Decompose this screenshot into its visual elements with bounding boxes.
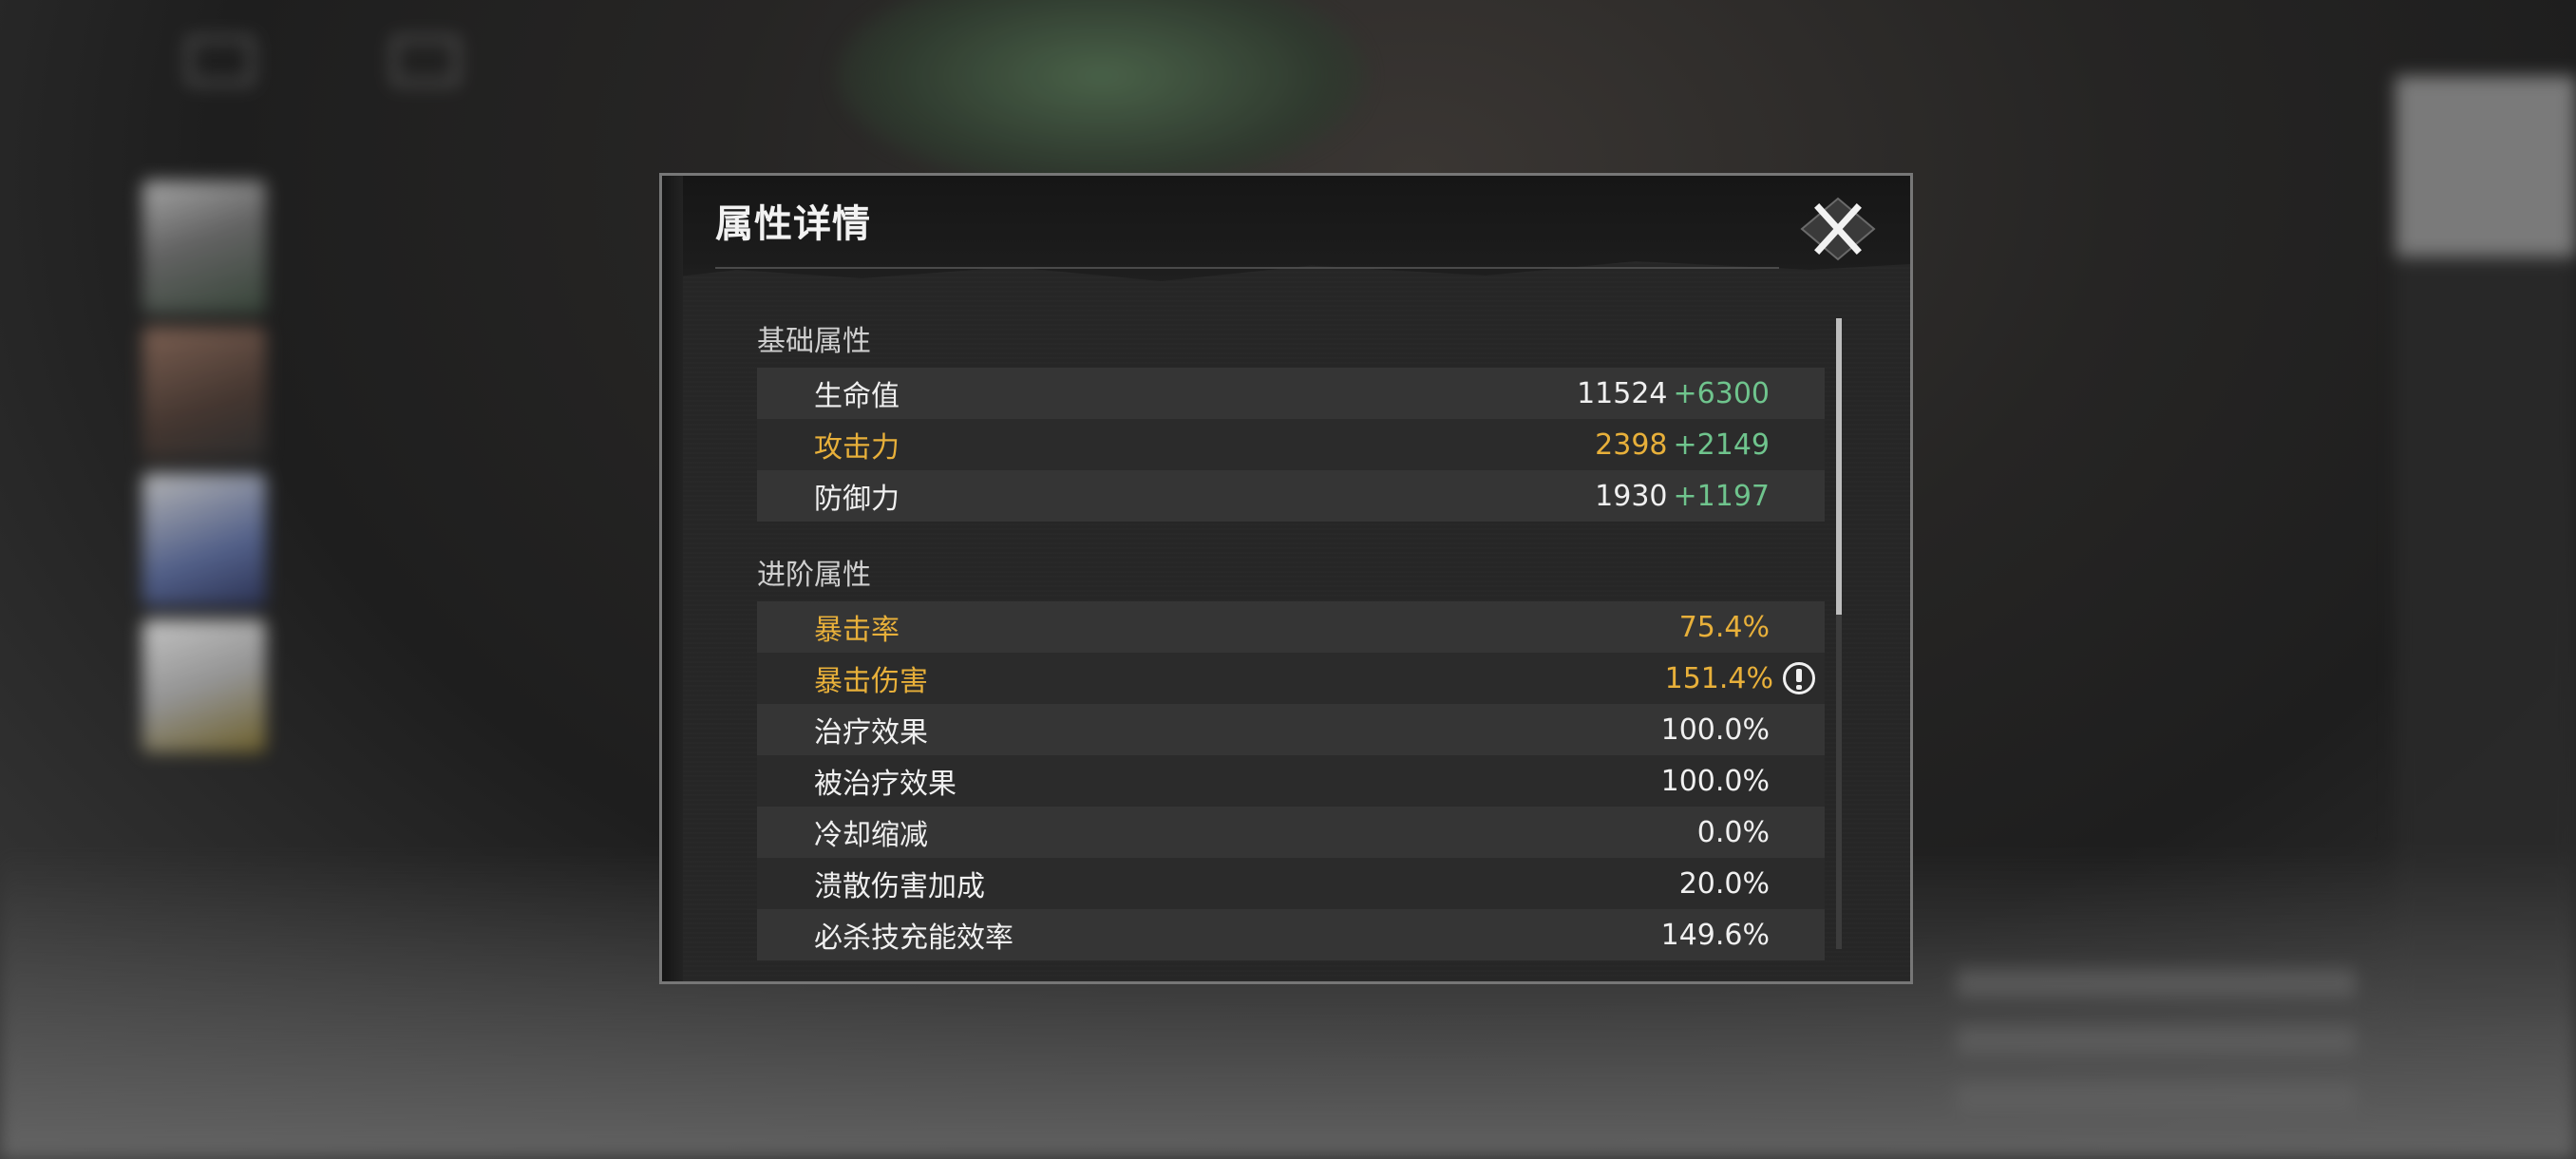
background-character-list bbox=[142, 180, 275, 766]
dialog-title: 属性详情 bbox=[715, 201, 871, 246]
stat-base-value: 2398 bbox=[1595, 428, 1668, 462]
dialog-left-edge bbox=[662, 176, 683, 981]
stat-base-value: 0.0% bbox=[1696, 815, 1770, 849]
background-portrait bbox=[142, 327, 266, 460]
basic-attribute-list: 生命值 11524 +6300 攻击力 2398 +2149 防御力 1930 +1197 bbox=[757, 368, 1825, 522]
stat-base-value: 11524 bbox=[1577, 376, 1668, 410]
stat-bonus-value: +1197 bbox=[1673, 479, 1770, 513]
stat-row: 暴击率 75.4% bbox=[757, 601, 1825, 653]
background-character-art bbox=[836, 0, 1368, 190]
stat-row: 治疗效果 100.0% bbox=[757, 704, 1825, 755]
background-portrait bbox=[142, 180, 266, 314]
stat-values: 151.4% bbox=[1664, 661, 1815, 695]
stat-name: 冷却缩减 bbox=[814, 819, 928, 852]
attribute-list-scroll-area[interactable]: 基础属性 生命值 11524 +6300 攻击力 2398 +2149 防御力 1930 +11… bbox=[757, 316, 1825, 976]
section-title-basic: 基础属性 bbox=[757, 325, 871, 358]
stat-values: 2398 +2149 bbox=[1595, 428, 1770, 462]
stat-name: 被治疗效果 bbox=[814, 768, 957, 801]
title-divider bbox=[715, 267, 1779, 269]
section-title-advanced: 进阶属性 bbox=[757, 559, 871, 592]
stat-base-value: 20.0% bbox=[1678, 866, 1770, 901]
stat-name: 生命值 bbox=[814, 380, 900, 413]
stat-row: 生命值 11524 +6300 bbox=[757, 368, 1825, 419]
stat-values: 0.0% bbox=[1697, 816, 1770, 849]
background-portrait bbox=[142, 473, 266, 606]
stat-values: 20.0% bbox=[1679, 867, 1770, 901]
stat-values: 100.0% bbox=[1661, 765, 1770, 798]
stat-values: 1930 +1197 bbox=[1595, 480, 1770, 513]
stat-row: 暴击伤害 151.4% bbox=[757, 653, 1825, 704]
stat-name: 溃散伤害加成 bbox=[814, 870, 985, 903]
stat-row: 攻击力 2398 +2149 bbox=[757, 419, 1825, 470]
stat-row: 冷却缩减 0.0% bbox=[757, 807, 1825, 858]
stat-name: 防御力 bbox=[814, 483, 900, 516]
background-back-icon bbox=[186, 36, 255, 86]
stat-values: 11524 +6300 bbox=[1577, 377, 1770, 410]
stat-name: 治疗效果 bbox=[814, 716, 928, 750]
stat-row: 必杀技充能效率 149.6% bbox=[757, 909, 1825, 960]
stat-values: 75.4% bbox=[1679, 611, 1770, 644]
stat-base-value: 100.0% bbox=[1660, 764, 1770, 798]
stat-base-value: 149.6% bbox=[1660, 918, 1770, 952]
stat-row: 防御力 1930 +1197 bbox=[757, 470, 1825, 522]
stat-base-value: 75.4% bbox=[1678, 610, 1770, 644]
background-portrait bbox=[142, 619, 266, 752]
info-icon[interactable] bbox=[1783, 662, 1815, 694]
scrollbar-track[interactable] bbox=[1836, 318, 1842, 949]
advanced-attribute-list: 暴击率 75.4% 暴击伤害 151.4% 治疗效果 100.0% 被治疗效果 100.0% 冷… bbox=[757, 601, 1825, 960]
stat-row: 被治疗效果 100.0% bbox=[757, 755, 1825, 807]
stat-name: 攻击力 bbox=[814, 431, 900, 465]
stat-values: 100.0% bbox=[1661, 713, 1770, 747]
background-right-tab bbox=[2396, 76, 2576, 256]
attribute-details-dialog: 属性详情 基础属性 生命值 11524 +6300 攻击力 2398 +2149 防御力 19… bbox=[659, 173, 1913, 984]
scrollbar-thumb[interactable] bbox=[1836, 318, 1842, 615]
stat-base-value: 151.4% bbox=[1664, 661, 1773, 695]
stat-values: 149.6% bbox=[1661, 919, 1770, 952]
stat-base-value: 1930 bbox=[1595, 479, 1668, 513]
close-icon bbox=[1800, 197, 1876, 261]
stat-name: 暴击率 bbox=[814, 614, 900, 647]
stat-bonus-value: +6300 bbox=[1673, 376, 1770, 410]
background-home-icon bbox=[391, 36, 460, 86]
stat-row: 溃散伤害加成 20.0% bbox=[757, 858, 1825, 909]
close-button[interactable] bbox=[1798, 195, 1878, 263]
stat-bonus-value: +2149 bbox=[1673, 428, 1770, 462]
stat-name: 暴击伤害 bbox=[814, 665, 928, 698]
stat-name: 必杀技充能效率 bbox=[814, 922, 1013, 955]
stat-base-value: 100.0% bbox=[1660, 712, 1770, 747]
